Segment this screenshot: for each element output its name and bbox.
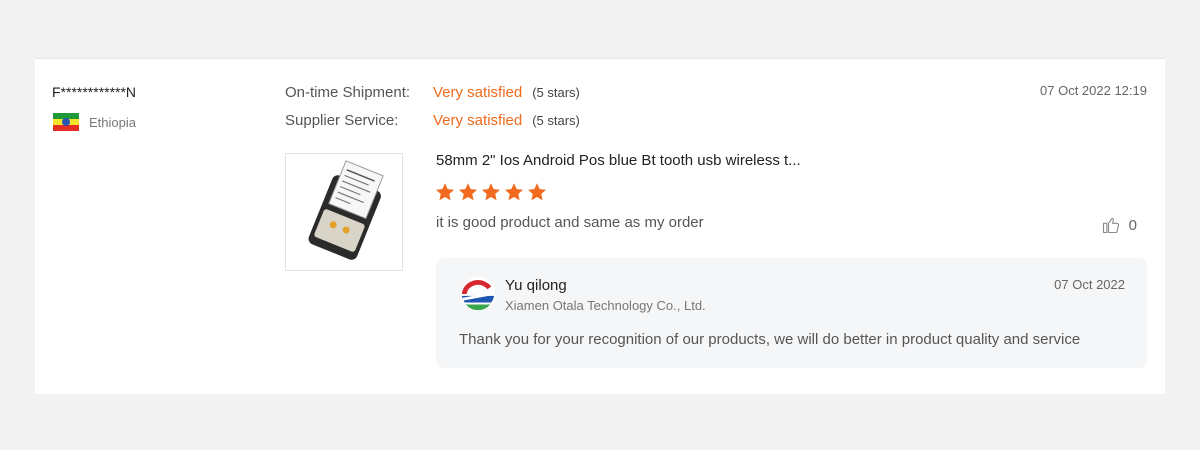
reply-date: 07 Oct 2022	[1054, 277, 1125, 292]
thumbs-up-icon	[1102, 217, 1119, 234]
ethiopia-flag-icon	[53, 113, 79, 131]
supplier-reply: Yu qilong Xiamen Otala Technology Co., L…	[436, 258, 1147, 368]
like-button[interactable]: 0	[1101, 215, 1137, 235]
review-text: it is good product and same as my order	[436, 214, 704, 231]
rating-stars-text: (5 stars)	[532, 85, 580, 100]
like-count: 0	[1128, 216, 1137, 234]
company-logo-icon	[460, 276, 496, 312]
rating-value: Very satisfied	[433, 112, 523, 129]
star-icon	[482, 183, 500, 201]
buyer-country: Ethiopia	[53, 113, 136, 131]
product-thumbnail[interactable]	[285, 153, 403, 271]
reply-author-name: Yu qilong	[505, 277, 567, 294]
rating-stars-text: (5 stars)	[532, 113, 580, 128]
star-icon	[436, 183, 454, 201]
star-icon	[459, 183, 477, 201]
rating-row-service: Supplier Service: Very satisfied (5 star…	[285, 112, 580, 129]
rating-value: Very satisfied	[433, 84, 523, 101]
reply-text: Thank you for your recognition of our pr…	[459, 331, 1081, 348]
reply-company-name: Xiamen Otala Technology Co., Ltd.	[505, 298, 706, 313]
rating-row-shipment: On-time Shipment: Very satisfied (5 star…	[285, 84, 580, 101]
country-name: Ethiopia	[89, 114, 136, 130]
rating-label: On-time Shipment:	[285, 84, 411, 101]
review-date: 07 Oct 2022 12:19	[1040, 83, 1147, 98]
review-card: F************N Ethiopia On-time Shipment…	[35, 58, 1165, 394]
buyer-name: F************N	[52, 84, 137, 100]
product-title-link[interactable]: 58mm 2" Ios Android Pos blue Bt tooth us…	[436, 152, 801, 169]
receipt-printer-image	[308, 160, 384, 260]
rating-label: Supplier Service:	[285, 112, 399, 129]
star-icon	[528, 183, 546, 201]
star-rating	[435, 182, 550, 202]
star-icon	[505, 183, 523, 201]
